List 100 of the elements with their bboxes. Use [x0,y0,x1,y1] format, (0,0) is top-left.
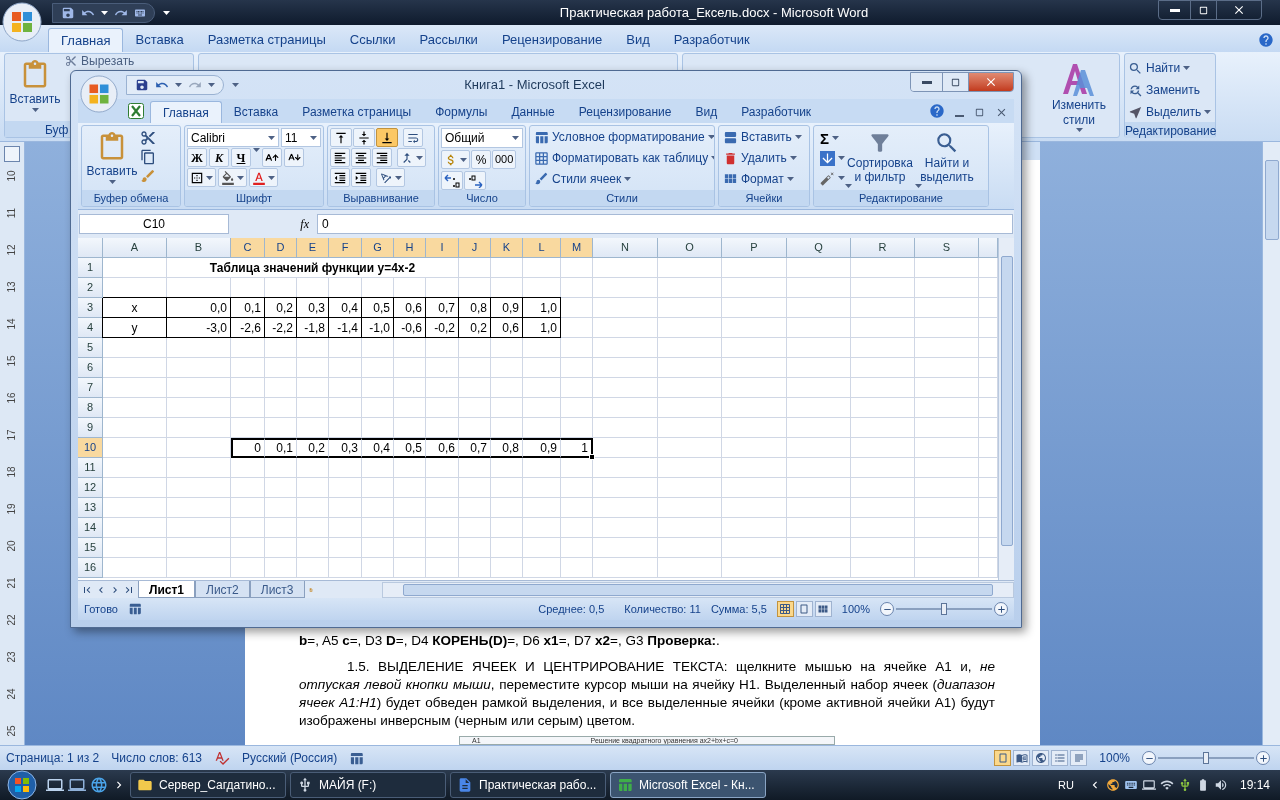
column-header[interactable]: E [297,238,329,258]
find-select-button[interactable]: Найти и выделить [915,128,979,188]
replace-button[interactable]: Заменить [1128,80,1215,100]
row-header[interactable]: 2 [78,278,103,298]
column-header[interactable]: H [394,238,426,258]
ribbon-tab[interactable]: Разметка страницы [195,28,338,52]
row-header[interactable]: 16 [78,558,103,578]
ribbon-tab[interactable]: Данные [499,101,567,123]
font-size-field[interactable]: 11 [281,128,321,147]
ribbon-tab[interactable]: Вид [683,101,730,123]
taskbar-button[interactable]: Сервер_Сагдатино... [130,772,286,798]
italic-button[interactable]: К [209,148,229,167]
taskbar-button[interactable]: Практическая рабо... [450,772,606,798]
row-header[interactable]: 4 [78,318,103,338]
select-button[interactable]: Выделить [1128,102,1215,122]
zoom-level[interactable]: 100% [841,600,870,618]
sheet-title: Таблица значений функции y=4x-2 [167,258,459,278]
language-label[interactable]: Русский (Россия) [242,749,338,767]
cells-menu-button[interactable]: Вставить [723,128,802,147]
row-header[interactable]: 9 [78,418,103,438]
row-header[interactable]: 8 [78,398,103,418]
styles-menu-button[interactable]: Форматировать как таблицу [534,148,714,168]
styles-menu-button[interactable]: Стили ячеек [534,169,714,188]
column-header[interactable]: I [426,238,459,258]
ribbon-tab[interactable]: Вставка [123,28,196,52]
column-header[interactable]: N [593,238,658,258]
table-cell: 0,2 [265,298,297,318]
ruler-number: 22 [7,613,17,626]
table-cell: x [103,298,167,318]
row-header[interactable]: 14 [78,518,103,538]
ribbon-tab[interactable]: Рецензирование [489,28,615,52]
cells-menu-button[interactable]: Формат [723,169,802,188]
group-label: Число [439,190,525,206]
table-cell: y [103,318,167,338]
zoom-level[interactable]: 100% [1099,749,1130,767]
column-header[interactable]: J [459,238,491,258]
column-header[interactable]: D [265,238,297,258]
sheet-tab[interactable]: Лист1 [138,581,196,598]
row-header[interactable]: 10 [78,438,103,458]
ribbon-tab[interactable]: Разработчик [729,101,824,123]
table-cell: 0,7 [459,438,491,458]
column-header[interactable]: P [722,238,787,258]
ribbon-tab[interactable]: Вид [614,28,662,52]
row-header[interactable]: 7 [78,378,103,398]
ruler-number: 25 [7,724,17,737]
sheet-tab[interactable]: Лист3 [249,581,305,598]
paste-button[interactable]: Вставить [5,54,65,121]
change-styles-button[interactable]: Изменить стили [1039,54,1119,137]
row-header[interactable]: 15 [78,538,103,558]
ribbon-tab[interactable]: Рецензирование [566,101,684,123]
row-header[interactable]: 6 [78,358,103,378]
ribbon-tab[interactable]: Главная [48,28,124,52]
ribbon-tab[interactable]: Главная [150,101,222,123]
paragraph: b=, A5 c=, D3 D=, D4 КОРЕНЬ(D)=, D6 x1=, D7 x2=, G3 Проверка:. [299,632,721,650]
function-button[interactable]: fx [300,215,313,233]
column-header[interactable]: C [231,238,265,258]
sum-value: Сумма: 5,5 [710,601,767,617]
formula-field[interactable]: 0 [317,214,1013,234]
column-header[interactable]: L [523,238,561,258]
percent-button[interactable]: % [471,150,491,169]
row-header[interactable]: 5 [78,338,103,358]
column-header[interactable]: B [167,238,231,258]
column-header[interactable]: G [362,238,394,258]
font-name-field[interactable]: Calibri [187,128,279,147]
number-format-field[interactable]: Общий [441,128,523,148]
cut-button[interactable]: Вырезать [65,54,135,68]
row-header[interactable]: 12 [78,478,103,498]
column-header[interactable]: O [658,238,722,258]
column-header[interactable]: F [329,238,362,258]
ribbon-tab[interactable]: Рассылки [407,28,490,52]
bold-button[interactable]: Ж [187,148,207,167]
cells-menu-button[interactable]: Удалить [723,148,802,168]
row-header[interactable]: 11 [78,458,103,478]
row-header[interactable]: 1 [78,258,103,278]
column-header[interactable]: A [103,238,167,258]
find-button[interactable]: Найти [1128,58,1215,78]
sort-filter-button[interactable]: Сортировка и фильтр [845,128,915,188]
thousands-button[interactable]: 000 [492,150,517,169]
column-header[interactable]: Q [787,238,851,258]
underline-button[interactable]: Ч [231,148,251,167]
name-box[interactable]: C10 [79,214,229,234]
column-header[interactable]: K [491,238,523,258]
language-indicator[interactable]: RU [1058,776,1074,794]
column-header[interactable]: S [915,238,979,258]
sheet-tab[interactable]: Лист2 [195,581,250,598]
autosum-button[interactable]: Σ [820,129,845,147]
column-header[interactable]: M [561,238,593,258]
styles-menu-button[interactable]: Условное форматирование [534,128,714,147]
row-header[interactable]: 3 [78,298,103,318]
ribbon-tab[interactable]: Ссылки [337,28,408,52]
ribbon-tab[interactable]: Разметка страницы [290,101,424,123]
column-header[interactable]: R [851,238,915,258]
ribbon-tab[interactable]: Вставка [221,101,291,123]
ribbon-tab[interactable]: Разработчик [661,28,762,52]
row-header[interactable]: 13 [78,498,103,518]
taskbar-button[interactable]: Microsoft Excel - Кн... [610,772,766,798]
table-cell: 1,0 [523,318,561,338]
group-label: Редактирование [814,190,988,206]
taskbar-button[interactable]: МАЙЯ (F:) [290,772,446,798]
ribbon-tab[interactable]: Формулы [423,101,500,123]
